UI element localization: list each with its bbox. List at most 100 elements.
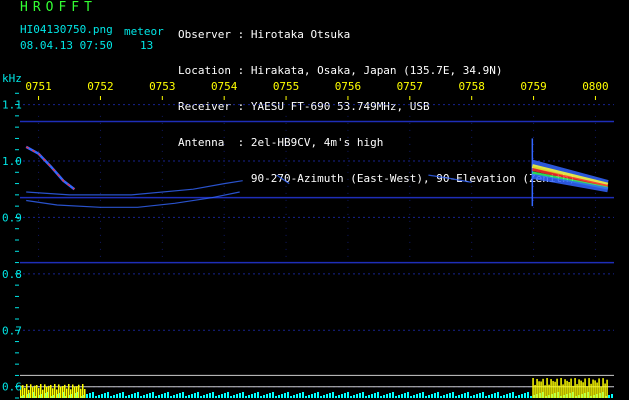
noise-floor-bar <box>389 393 391 398</box>
noise-floor-bar <box>350 396 352 398</box>
power-level-bar <box>544 385 546 398</box>
noise-floor-bar <box>500 396 502 398</box>
power-level-bar <box>600 386 602 398</box>
axis-layer: 0751 0752 0753 0754 0755 0756 0757 0758 0759 0800… <box>2 80 609 399</box>
noise-floor-bar <box>515 396 517 398</box>
noise-floor-bar <box>92 392 94 398</box>
noise-floor-bar <box>197 392 199 398</box>
power-level-bar <box>76 386 78 398</box>
noise-floor-bar <box>470 396 472 398</box>
noise-floor-bar <box>299 393 301 398</box>
strong-echo-layer <box>531 138 609 207</box>
noise-floor-bar <box>269 393 271 398</box>
noise-floor-bar <box>524 393 526 398</box>
noise-floor-bar <box>125 396 127 398</box>
noise-floor-bar <box>314 393 316 398</box>
noise-floor-bar <box>155 396 157 398</box>
power-level-bar <box>28 389 30 398</box>
noise-floor-bar <box>134 393 136 398</box>
power-level-layer <box>20 374 614 398</box>
power-level-bar <box>24 387 26 398</box>
noise-floor-bar <box>518 395 520 398</box>
meteor-trace <box>25 145 76 191</box>
power-level-bar <box>30 384 32 398</box>
power-level-bar <box>538 381 540 398</box>
power-level-bar <box>40 384 42 398</box>
noise-floor-bar <box>392 392 394 398</box>
power-level-bar <box>556 378 558 398</box>
noise-floor-bar <box>521 394 523 398</box>
noise-floor-bar <box>167 392 169 398</box>
power-level-bar <box>590 383 592 398</box>
noise-floor-bar <box>335 396 337 398</box>
x-tick-label: 0755 <box>273 80 300 93</box>
noise-floor-bar <box>488 395 490 398</box>
noise-floor-bar <box>356 394 358 398</box>
noise-floor-bar <box>203 395 205 398</box>
power-level-bar <box>66 388 68 398</box>
power-level-bar <box>48 385 50 398</box>
power-level-bar <box>68 384 70 398</box>
power-level-bar <box>84 389 86 398</box>
noise-floor-bar <box>218 395 220 398</box>
noise-floor-bar <box>257 392 259 398</box>
noise-floor-bar <box>347 392 349 398</box>
noise-floor-bar <box>395 396 397 398</box>
noise-floor-bar <box>182 392 184 398</box>
power-level-bar <box>74 386 76 398</box>
spectrogram-chart: 0751 0752 0753 0754 0755 0756 0757 0758 0759 0800… <box>2 80 614 399</box>
noise-floor-bar <box>455 396 457 398</box>
power-level-bar <box>72 384 74 398</box>
grid-layer <box>18 104 614 388</box>
noise-floor-bar <box>266 394 268 398</box>
noise-floor-bar <box>200 396 202 398</box>
noise-floor-bar <box>416 394 418 398</box>
noise-floor-bar <box>440 396 442 398</box>
noise-floor-bar <box>467 392 469 398</box>
noise-floor-bar <box>329 393 331 398</box>
noise-floor-bar <box>95 396 97 398</box>
noise-floor-bar <box>215 396 217 398</box>
noise-floor-bar <box>311 394 313 398</box>
power-level-bar <box>552 381 554 398</box>
power-level-bar <box>604 383 606 398</box>
noise-floor-bar <box>221 394 223 398</box>
power-level-bar <box>70 389 72 398</box>
noise-floor-bar <box>107 392 109 398</box>
power-level-bar <box>568 382 570 398</box>
noise-floor-bar <box>206 394 208 398</box>
power-level-bar <box>596 382 598 398</box>
noise-floor-bar <box>362 392 364 398</box>
noise-floor-bar <box>179 393 181 398</box>
noise-floor-bar <box>98 395 100 398</box>
noise-floor-bar <box>458 395 460 398</box>
noise-floor-bar <box>464 393 466 398</box>
noise-floor-bar <box>386 394 388 398</box>
noise-floor-bar <box>287 392 289 398</box>
power-level-bar <box>578 379 580 398</box>
noise-floor-bar <box>89 393 91 398</box>
meteor-trace <box>428 174 472 183</box>
power-level-bar <box>54 384 56 398</box>
noise-floor-bar <box>611 394 613 398</box>
power-level-bar <box>606 379 608 398</box>
noise-floor-bar <box>164 393 166 398</box>
power-level-bar <box>582 382 584 398</box>
power-level-bar <box>550 379 552 398</box>
noise-floor-bar <box>503 395 505 398</box>
x-tick-label: 0757 <box>397 80 424 93</box>
power-level-bar <box>62 386 64 398</box>
power-level-bar <box>26 384 28 398</box>
noise-floor-bar <box>116 394 118 398</box>
noise-floor-bar <box>143 395 145 398</box>
power-level-bar <box>44 384 46 398</box>
noise-floor-bar <box>461 394 463 398</box>
power-level-bar <box>64 384 66 398</box>
noise-floor-bar <box>485 396 487 398</box>
noise-floor-bar <box>377 392 379 398</box>
noise-floor-bar <box>425 396 427 398</box>
power-level-bar <box>602 378 604 398</box>
noise-floor-bar <box>401 394 403 398</box>
noise-floor-bar <box>506 394 508 398</box>
noise-floor-bar <box>149 393 151 398</box>
